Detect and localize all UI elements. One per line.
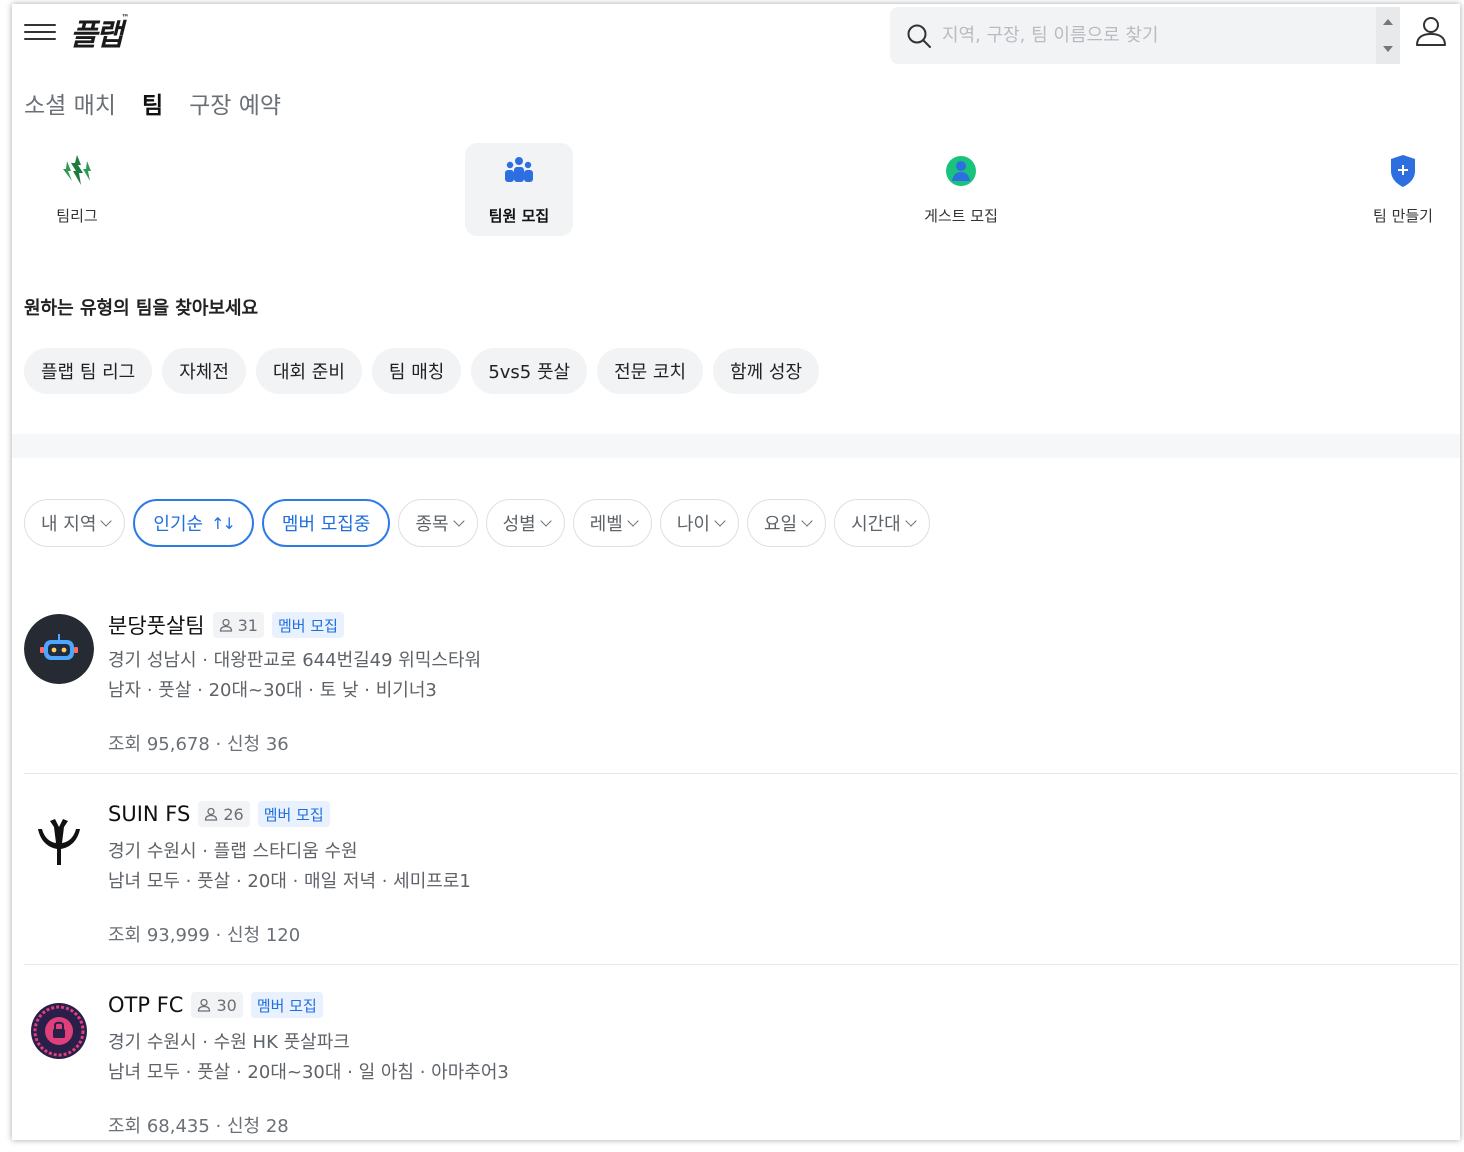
filter-recruiting[interactable]: 멤버 모집중 — [261, 499, 391, 547]
tab-social-match[interactable]: 소셜 매치 — [24, 86, 116, 120]
sort-icon: ↑↓ — [211, 513, 236, 533]
team-league-icon — [63, 155, 91, 185]
team-list-item[interactable]: 분당풋살팀 31 멤버 모집 경기 성남시 · 대왕판교로 644번길49 위믹… — [24, 584, 1458, 774]
team-name: SUIN FS — [108, 802, 191, 826]
category-team-league[interactable]: 팀리그 — [23, 143, 131, 236]
filter-sort-popular[interactable]: 인기순 ↑↓ — [133, 499, 254, 547]
chevron-down-icon — [540, 514, 552, 527]
team-list-item[interactable]: SUIN FS 26 멤버 모집 경기 수원시 · 플랩 스타디움 수원 남녀 … — [24, 775, 1458, 965]
filter-gender[interactable]: 성별 — [485, 499, 565, 547]
chip-pro-coach[interactable]: 전문 코치 — [597, 348, 704, 394]
status-badge: 멤버 모집 — [250, 992, 323, 1018]
chip-tournament-prep[interactable]: 대회 준비 — [255, 348, 362, 394]
team-meta: 남녀 모두 · 풋살 · 20대 · 매일 저녁 · 세미프로1 — [108, 871, 471, 892]
team-stats: 조회 93,999 · 신청 120 — [108, 925, 301, 946]
filter-time[interactable]: 시간대 — [834, 499, 930, 547]
filter-label: 인기순 — [153, 514, 204, 535]
chevron-down-icon — [714, 514, 726, 527]
chevron-down-icon — [100, 514, 113, 527]
status-badge: 멤버 모집 — [271, 612, 344, 638]
tab-team[interactable]: 팀 — [142, 86, 163, 120]
team-list-item[interactable]: OTP FC 30 멤버 모집 경기 수원시 · 수원 HK 풋살파크 남녀 모… — [24, 966, 1458, 1140]
category-guest[interactable]: 게스트 모집 — [907, 143, 1015, 236]
chip-grow-together[interactable]: 함께 성장 — [713, 348, 820, 394]
member-count-value: 26 — [223, 804, 244, 824]
filter-label: 내 지역 — [41, 514, 97, 535]
filter-label: 성별 — [502, 514, 536, 535]
tab-field-booking[interactable]: 구장 예약 — [189, 86, 281, 120]
chevron-down-icon — [452, 514, 465, 527]
category-create-team[interactable]: 팀 만들기 — [1349, 143, 1457, 236]
team-members-icon — [505, 157, 533, 182]
person-icon — [198, 998, 211, 1012]
section-divider — [12, 434, 1460, 458]
user-icon[interactable] — [1414, 14, 1448, 48]
member-count: 31 — [212, 612, 264, 638]
team-location: 경기 성남시 · 대왕판교로 644번길49 위믹스타워 — [108, 650, 482, 671]
chip-5vs5-futsal[interactable]: 5vs5 풋살 — [471, 348, 588, 394]
status-badge: 멤버 모집 — [257, 801, 330, 827]
category-label: 팀리그 — [56, 207, 98, 225]
filter-label: 멤버 모집중 — [281, 514, 371, 535]
logo-text: 플랩 — [70, 18, 123, 53]
chevron-down-icon — [905, 514, 917, 527]
filter-label: 요일 — [763, 514, 798, 535]
filter-label: 시간대 — [851, 514, 901, 535]
team-types-title: 원하는 유형의 팀을 찾아보세요 — [24, 298, 259, 319]
filter-label: 나이 — [676, 514, 710, 535]
main-tabs: 소셜 매치 팀 구장 예약 — [24, 86, 281, 120]
lock-emblem-avatar — [24, 996, 94, 1066]
search-scroll-stepper[interactable] — [1376, 7, 1400, 64]
team-location: 경기 수원시 · 수원 HK 풋살파크 — [108, 1032, 350, 1053]
category-label: 게스트 모집 — [924, 207, 998, 225]
team-location: 경기 수원시 · 플랩 스타디움 수원 — [108, 841, 358, 862]
team-stats: 조회 95,678 · 신청 36 — [108, 734, 289, 755]
team-stats: 조회 68,435 · 신청 28 — [108, 1116, 289, 1137]
team-name-row: OTP FC 30 멤버 모집 — [108, 992, 323, 1018]
search-bar[interactable] — [890, 7, 1376, 64]
filter-label: 종목 — [415, 514, 449, 535]
team-name-row: SUIN FS 26 멤버 모집 — [108, 801, 330, 827]
menu-icon[interactable] — [24, 22, 56, 42]
filter-bar: 내 지역 인기순 ↑↓ 멤버 모집중 종목 성별 레벨 나이 요일 시간대 — [24, 499, 930, 547]
member-count: 26 — [198, 801, 250, 827]
team-type-chips: 플랩 팀 리그 자체전 대회 준비 팀 매칭 5vs5 풋살 전문 코치 함께 … — [24, 348, 820, 394]
claw-avatar — [24, 805, 94, 875]
category-label: 팀 만들기 — [1373, 207, 1433, 225]
page: 플랩™ 소셜 매치 팀 구장 예약 팀리그 — [12, 4, 1460, 1140]
team-name: 분당풋살팀 — [108, 614, 205, 638]
person-icon — [219, 618, 232, 632]
team-meta: 남녀 모두 · 풋살 · 20대~30대 · 일 아침 · 아마추어3 — [108, 1062, 509, 1083]
team-name: OTP FC — [108, 993, 184, 1017]
chevron-up-icon[interactable] — [1383, 19, 1393, 25]
chip-internal-match[interactable]: 자체전 — [162, 348, 246, 394]
chip-team-matching[interactable]: 팀 매칭 — [371, 348, 462, 394]
filter-label: 레벨 — [589, 514, 623, 535]
category-label: 팀원 모집 — [488, 207, 550, 225]
search-input[interactable] — [942, 25, 1362, 46]
chip-plab-team-league[interactable]: 플랩 팀 리그 — [24, 348, 153, 394]
chevron-down-icon[interactable] — [1383, 46, 1393, 52]
filter-day[interactable]: 요일 — [746, 499, 827, 547]
robot-avatar — [24, 614, 94, 684]
category-team-members[interactable]: 팀원 모집 — [465, 143, 573, 236]
filter-region[interactable]: 내 지역 — [24, 499, 126, 547]
member-count-value: 31 — [237, 615, 258, 635]
team-name-row: 분당풋살팀 31 멤버 모집 — [108, 610, 344, 640]
filter-age[interactable]: 나이 — [659, 499, 739, 547]
logo[interactable]: 플랩™ — [70, 10, 129, 54]
chevron-down-icon — [801, 514, 813, 527]
shield-plus-icon — [1391, 155, 1415, 187]
guest-icon — [946, 156, 976, 186]
person-icon — [205, 807, 218, 821]
logo-trademark: ™ — [121, 13, 130, 22]
chevron-down-icon — [627, 514, 639, 527]
team-meta: 남자 · 풋살 · 20대~30대 · 토 낮 · 비기너3 — [108, 680, 437, 701]
filter-level[interactable]: 레벨 — [572, 499, 652, 547]
search-icon — [907, 24, 931, 48]
filter-sport[interactable]: 종목 — [398, 499, 478, 547]
member-count: 30 — [191, 992, 243, 1018]
member-count-value: 30 — [216, 995, 237, 1015]
